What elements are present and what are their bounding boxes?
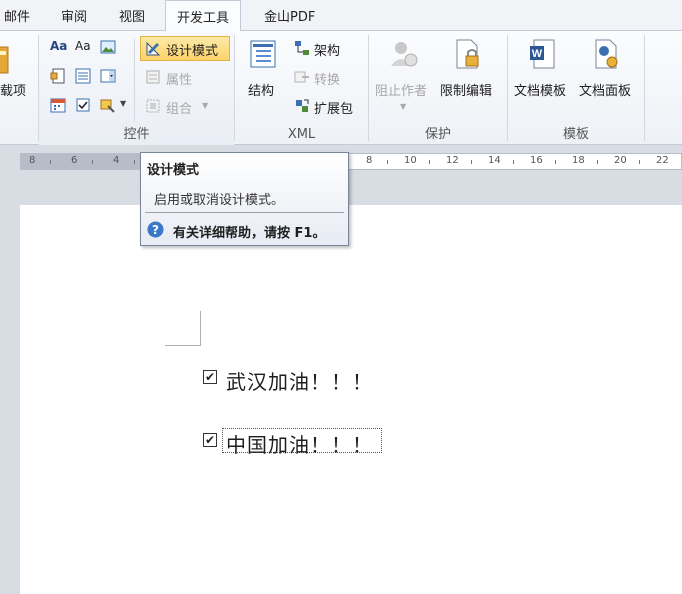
ruler-mark	[597, 160, 598, 164]
design-mode-tooltip: 设计模式 启用或取消设计模式。 ? 有关详细帮助，请按 F1。	[140, 152, 349, 246]
structure-icon	[250, 40, 276, 68]
tab-developer[interactable]: 开发工具	[165, 0, 242, 32]
schema-icon	[295, 41, 309, 55]
content-checkbox[interactable]: ✔	[203, 433, 217, 447]
group-icon	[146, 99, 160, 113]
addin-icon	[0, 46, 9, 74]
design-mode-button[interactable]: 设计模式	[140, 36, 230, 61]
properties-button[interactable]: 属性	[166, 69, 192, 88]
ruler-tick-label: 8	[366, 155, 373, 166]
document-panel-icon	[595, 39, 618, 69]
ruler-tick-label: 10	[404, 155, 417, 166]
properties-icon	[146, 70, 160, 84]
templates-group-label: 模板	[562, 127, 589, 142]
ribbon: 载项 Aa Aa ▼ 设计模式 属性 组合 ▼ 控件 结构 架构 转换 扩展包 …	[0, 31, 682, 145]
date-picker-icon[interactable]	[50, 97, 66, 113]
structure-button[interactable]: 结构	[248, 80, 274, 99]
ruler-margin-area	[21, 154, 151, 169]
ruler-mark	[50, 160, 51, 164]
tooltip-description: 启用或取消设计模式。	[154, 193, 285, 208]
document-line[interactable]: 武汉加油！！！	[226, 366, 373, 395]
combo-box-icon[interactable]	[75, 68, 91, 84]
controls-inner-separator	[134, 39, 135, 121]
design-mode-label: 设计模式	[166, 44, 219, 59]
addins-group: 载项	[0, 31, 38, 145]
ribbon-tab-bar: 邮件 审阅 视图 开发工具 金山PDF	[0, 0, 682, 32]
ruler-mark	[387, 160, 388, 164]
building-block-icon[interactable]	[50, 68, 66, 84]
ruler-tick-label: 4	[113, 155, 120, 166]
dropdown-list-icon[interactable]	[100, 68, 116, 84]
picture-control-icon[interactable]	[100, 39, 116, 55]
tooltip-divider	[145, 212, 344, 213]
rich-text-control-icon[interactable]: Aa	[50, 39, 67, 53]
ruler-tick-label: 16	[530, 155, 543, 166]
checkbox-control-icon[interactable]	[75, 97, 91, 113]
ruler-mark	[639, 160, 640, 164]
margin-corner-mark	[200, 311, 201, 345]
transform-icon	[294, 71, 309, 83]
margin-corner-mark	[165, 345, 201, 346]
legacy-tools-dropdown-arrow-icon[interactable]: ▼	[120, 99, 126, 108]
group-separator	[644, 35, 645, 141]
tooltip-title: 设计模式	[147, 163, 200, 178]
transform-button[interactable]: 转换	[314, 69, 340, 88]
block-authors-dropdown-arrow-icon: ▼	[400, 102, 407, 111]
horizontal-ruler[interactable]: 8 6 4 8 10 12 14 16 18 20 22	[20, 153, 682, 170]
expansion-pack-icon	[296, 99, 309, 112]
ruler-tick-label: 12	[446, 155, 459, 166]
document-page[interactable]	[20, 205, 682, 594]
ruler-mark	[513, 160, 514, 164]
tab-review[interactable]: 审阅	[61, 6, 87, 25]
expansion-pack-button[interactable]: 扩展包	[314, 98, 353, 117]
controls-group: Aa Aa ▼ 设计模式 属性 组合 ▼ 控件	[39, 31, 234, 145]
protect-group: 阻止作者 ▼ 限制编辑 保护	[369, 31, 507, 145]
ruler-tick-label: 8	[29, 155, 36, 166]
document-line[interactable]: 中国加油！！！	[226, 429, 373, 458]
ruler-mark	[429, 160, 430, 164]
xml-group: 结构 架构 转换 扩展包 XML	[235, 31, 368, 145]
templates-group: W 文档模板 文档面板 模板	[508, 31, 644, 145]
document-panel-button[interactable]: 文档面板	[579, 80, 631, 99]
xml-group-label: XML	[287, 127, 316, 142]
svg-text:W: W	[532, 48, 543, 60]
tab-mailings[interactable]: 邮件	[4, 6, 30, 25]
svg-text:?: ?	[152, 223, 159, 237]
design-mode-icon	[146, 41, 161, 56]
schema-button[interactable]: 架构	[314, 40, 340, 59]
restrict-editing-button[interactable]: 限制编辑	[440, 80, 492, 99]
help-icon: ?	[147, 221, 164, 238]
ruler-tick-label: 22	[656, 155, 669, 166]
ruler-tick-label: 18	[572, 155, 585, 166]
group-button[interactable]: 组合	[166, 98, 192, 117]
ruler-tick-label: 14	[488, 155, 501, 166]
tab-kingsoft-pdf[interactable]: 金山PDF	[264, 6, 315, 25]
tab-view[interactable]: 视图	[119, 6, 145, 25]
tooltip-help-text: 有关详细帮助，请按 F1。	[173, 226, 326, 241]
content-checkbox[interactable]: ✔	[203, 370, 217, 384]
document-template-icon: W	[530, 39, 555, 69]
ruler-mark	[92, 160, 93, 164]
protect-group-label: 保护	[424, 127, 451, 142]
legacy-tools-icon[interactable]	[100, 97, 116, 113]
ruler-mark	[471, 160, 472, 164]
controls-group-label: 控件	[123, 127, 150, 142]
ruler-tick-label: 6	[71, 155, 78, 166]
ruler-mark	[555, 160, 556, 164]
ruler-tick-label: 20	[614, 155, 627, 166]
group-dropdown-arrow-icon: ▼	[202, 101, 209, 110]
document-template-button[interactable]: 文档模板	[514, 80, 566, 99]
block-authors-icon	[391, 42, 418, 67]
addins-label[interactable]: 载项	[0, 80, 26, 99]
restrict-editing-icon	[456, 39, 479, 69]
plain-text-control-icon[interactable]: Aa	[75, 39, 91, 53]
block-authors-button[interactable]: 阻止作者	[375, 80, 427, 99]
ruler-mark	[134, 160, 135, 164]
